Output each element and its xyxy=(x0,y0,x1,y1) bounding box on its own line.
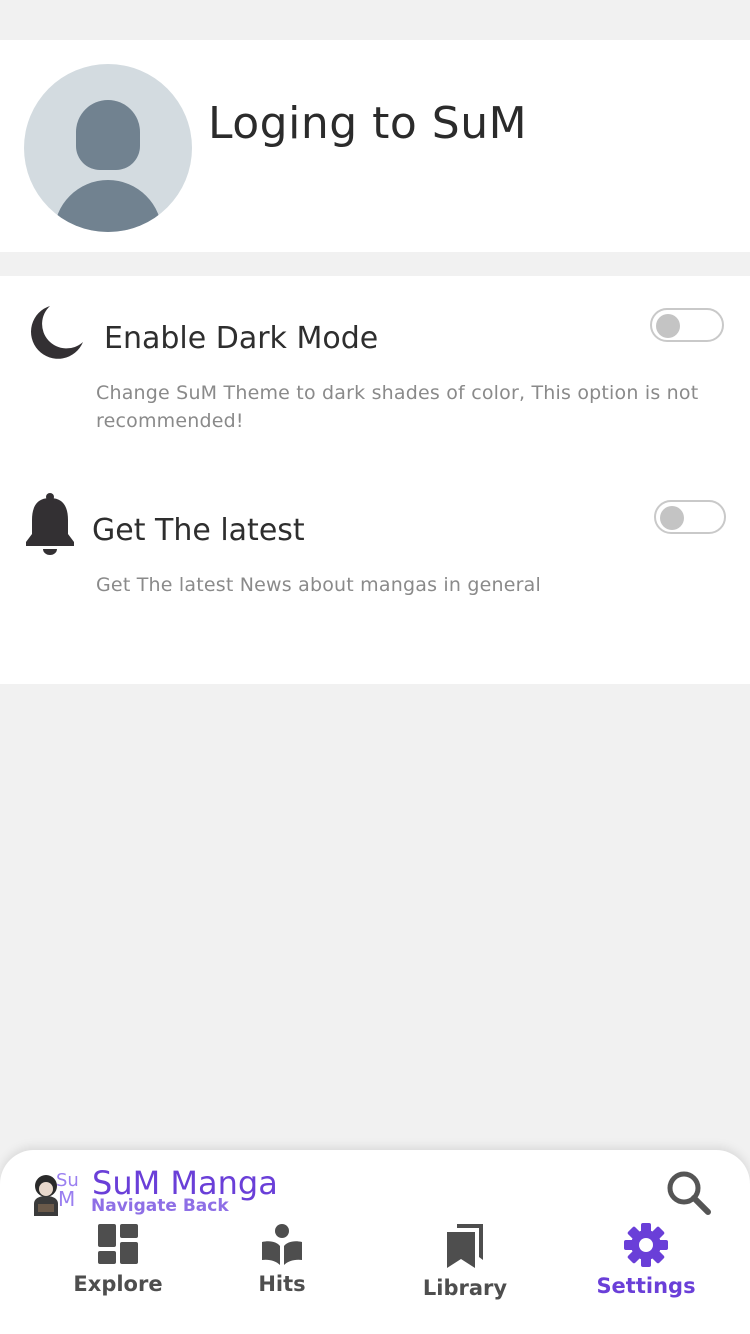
navigate-back-link[interactable]: Navigate Back xyxy=(91,1196,229,1216)
toggle-knob xyxy=(660,506,684,530)
search-icon[interactable] xyxy=(664,1168,716,1220)
bookmarks-icon xyxy=(447,1224,483,1268)
get-latest-toggle[interactable] xyxy=(654,500,726,534)
nav-label: Settings xyxy=(596,1274,696,1298)
nav-label: Library xyxy=(422,1276,508,1300)
nav-explore[interactable]: Explore xyxy=(53,1222,183,1302)
setting-description: Change SuM Theme to dark shades of color… xyxy=(96,382,699,432)
nav-hits[interactable]: Hits xyxy=(217,1222,347,1302)
book-reader-icon xyxy=(262,1224,302,1265)
settings-list: Enable Dark Mode Change SuM Theme to dar… xyxy=(0,276,750,684)
nav-settings[interactable]: Settings xyxy=(581,1222,711,1302)
nav-label: Explore xyxy=(73,1272,163,1296)
toggle-knob xyxy=(656,314,680,338)
svg-text:M: M xyxy=(58,1187,75,1211)
login-link[interactable]: Loging to SuM xyxy=(208,98,527,149)
dashboard-icon xyxy=(98,1224,138,1264)
profile-card: Loging to SuM xyxy=(0,40,750,252)
settings-page: Loging to SuM Enable Dark Mode Change Su… xyxy=(0,0,750,1334)
nav-library[interactable]: Library xyxy=(400,1222,530,1302)
setting-description: Get The latest News about mangas in gene… xyxy=(96,574,541,596)
nav-label: Hits xyxy=(258,1272,306,1296)
bottom-navigation-bar: Su M SuM Manga Navigate Back Explore Hit… xyxy=(0,1150,750,1334)
setting-title: Get The latest xyxy=(92,513,305,548)
app-logo-icon[interactable]: Su M xyxy=(30,1166,80,1216)
setting-title: Enable Dark Mode xyxy=(104,321,379,356)
dark-mode-toggle[interactable] xyxy=(650,308,724,342)
avatar-head-shape xyxy=(76,100,140,170)
avatar-body-shape xyxy=(54,180,162,232)
gear-icon xyxy=(624,1223,668,1267)
avatar[interactable] xyxy=(24,64,192,232)
moon-icon xyxy=(31,306,83,359)
bell-icon xyxy=(26,493,74,555)
